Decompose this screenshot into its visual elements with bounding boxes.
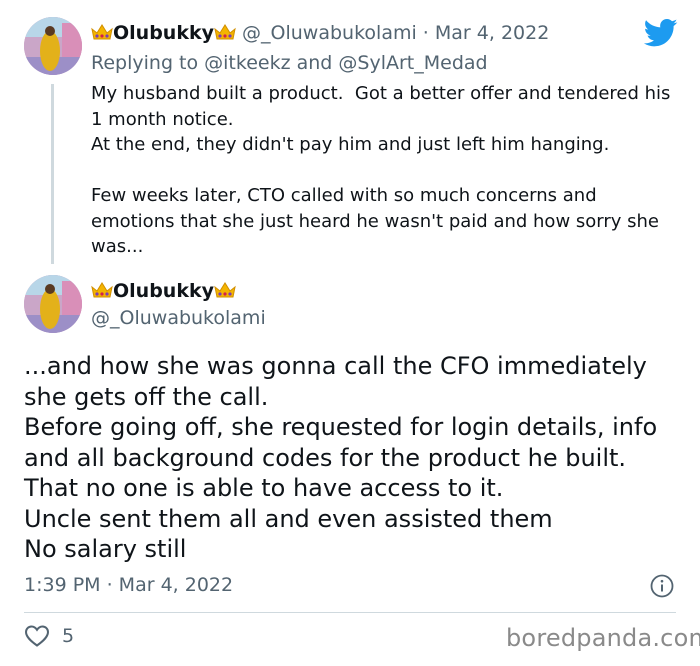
display-name[interactable]: Olubukky [113, 22, 214, 44]
heart-icon [24, 625, 50, 647]
avatar[interactable] [24, 275, 82, 333]
replying-to: Replying to @itkeekz and @SylArt_Medad [91, 50, 488, 76]
divider [24, 612, 676, 613]
separator: · [416, 22, 435, 44]
crown-emoji-icon [91, 24, 113, 40]
info-icon[interactable] [650, 574, 674, 598]
tweet-date[interactable]: Mar 4, 2022 [435, 22, 549, 44]
handle[interactable]: @_Oluwabukolami [242, 22, 417, 44]
thread-line [51, 84, 54, 264]
mention-link[interactable]: @itkeekz [204, 52, 290, 74]
crown-emoji-icon [214, 282, 236, 298]
tweet-header: Olubukky @_Oluwabukolami [91, 278, 266, 331]
handle[interactable]: @_Oluwabukolami [91, 305, 266, 331]
twitter-bird-icon [644, 18, 678, 47]
display-name[interactable]: Olubukky [113, 280, 214, 302]
mention-link[interactable]: @SylArt_Medad [338, 52, 487, 74]
replying-prefix: Replying to [91, 52, 205, 74]
like-button[interactable]: 5 [24, 624, 74, 648]
tweet-timestamp[interactable]: 1:39 PM · Mar 4, 2022 [24, 574, 233, 596]
avatar[interactable] [24, 17, 82, 75]
like-count: 5 [62, 625, 75, 647]
tweet-text: ...and how she was gonna call the CFO im… [24, 352, 658, 563]
tweet-text: My husband built a product. Got a better… [91, 83, 671, 257]
watermark: boredpanda.com [506, 624, 700, 652]
crown-emoji-icon [214, 24, 236, 40]
replying-join: and [290, 52, 339, 74]
tweet-header: Olubukky @_Oluwabukolami · Mar 4, 2022 [91, 20, 549, 46]
crown-emoji-icon [91, 282, 113, 298]
